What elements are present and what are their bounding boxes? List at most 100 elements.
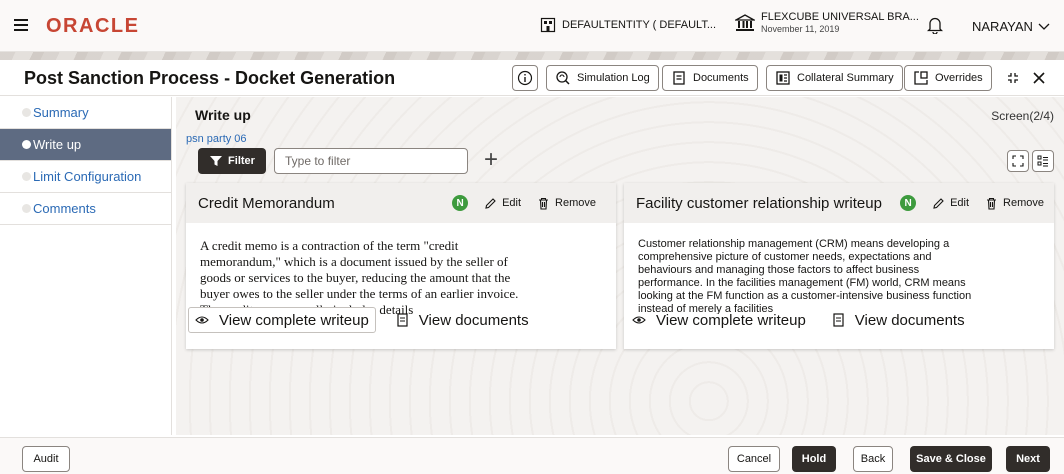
trash-icon bbox=[987, 197, 997, 210]
step-dot-icon bbox=[22, 204, 31, 213]
documents-button[interactable]: Documents bbox=[662, 65, 758, 91]
section-title: Write up bbox=[195, 107, 251, 123]
screen-counter: Screen(2/4) bbox=[991, 109, 1054, 123]
simulation-log-icon bbox=[556, 71, 570, 85]
documents-label: Documents bbox=[693, 72, 749, 84]
back-button[interactable]: Back bbox=[853, 446, 893, 472]
add-icon[interactable]: + bbox=[484, 147, 498, 173]
remove-label: Remove bbox=[555, 197, 596, 209]
sidebar-item-summary[interactable]: Summary bbox=[0, 97, 171, 129]
simulation-log-label: Simulation Log bbox=[577, 72, 650, 84]
card-header: Credit Memorandum N Edit Remove bbox=[186, 183, 616, 223]
sidebar-item-label: Limit Configuration bbox=[33, 169, 142, 184]
card-header: Facility customer relationship writeup N… bbox=[624, 183, 1054, 223]
collateral-summary-icon bbox=[776, 71, 790, 85]
view-documents-link[interactable]: View documents bbox=[826, 307, 971, 333]
collateral-summary-button[interactable]: Collateral Summary bbox=[766, 65, 903, 91]
branch-date: November 11, 2019 bbox=[761, 24, 840, 34]
eye-icon bbox=[195, 316, 209, 324]
user-menu[interactable]: NARAYAN bbox=[972, 19, 1050, 34]
building-icon bbox=[540, 17, 556, 33]
remove-button[interactable]: Remove bbox=[537, 197, 596, 210]
notification-bell-icon[interactable] bbox=[926, 16, 944, 39]
close-icon[interactable] bbox=[1032, 71, 1046, 90]
sidebar: Summary Write up Limit Configuration Com… bbox=[0, 97, 172, 435]
view-writeup-label: View complete writeup bbox=[656, 311, 806, 329]
oracle-logo: ORACLE bbox=[46, 15, 140, 37]
view-documents-link[interactable]: View documents bbox=[390, 307, 535, 333]
view-toggle bbox=[1007, 150, 1054, 172]
remove-button[interactable]: Remove bbox=[985, 197, 1044, 210]
overrides-icon bbox=[914, 71, 928, 85]
documents-icon bbox=[833, 313, 844, 327]
pencil-icon bbox=[485, 197, 496, 209]
view-writeup-label: View complete writeup bbox=[219, 311, 369, 329]
edit-button[interactable]: Edit bbox=[484, 197, 521, 210]
decorative-band bbox=[0, 52, 1064, 60]
trash-icon bbox=[539, 197, 549, 210]
edit-label: Edit bbox=[950, 197, 970, 209]
remove-label: Remove bbox=[1003, 197, 1044, 209]
filter-input[interactable] bbox=[274, 148, 468, 174]
cancel-button[interactable]: Cancel bbox=[728, 446, 780, 472]
edit-button[interactable]: Edit bbox=[932, 197, 969, 210]
hold-button[interactable]: Hold bbox=[792, 446, 836, 472]
collateral-summary-label: Collateral Summary bbox=[797, 72, 894, 84]
filter-button[interactable]: Filter bbox=[198, 148, 266, 174]
collapse-icon[interactable] bbox=[1006, 71, 1020, 90]
card-title: Credit Memorandum bbox=[198, 194, 335, 212]
status-badge: N bbox=[900, 195, 917, 211]
user-name: NARAYAN bbox=[972, 19, 1033, 34]
party-name: psn party 06 bbox=[186, 133, 247, 145]
info-icon bbox=[517, 70, 533, 86]
step-dot-icon bbox=[22, 140, 31, 149]
edit-label: Edit bbox=[502, 197, 522, 209]
footer-bar: Audit Cancel Hold Back Save & Close Next bbox=[0, 437, 1064, 474]
list-view-button[interactable] bbox=[1032, 150, 1054, 172]
entity-label: DEFAULTENTITY ( DEFAULT... bbox=[562, 19, 717, 31]
entity-selector[interactable]: DEFAULTENTITY ( DEFAULT... bbox=[540, 17, 716, 33]
simulation-log-button[interactable]: Simulation Log bbox=[546, 65, 659, 91]
info-button[interactable] bbox=[512, 65, 538, 91]
page-title: Post Sanction Process - Docket Generatio… bbox=[24, 68, 396, 88]
card-body-text: A credit memo is a contraction of the te… bbox=[200, 238, 519, 314]
page-header: Post Sanction Process - Docket Generatio… bbox=[0, 60, 1064, 96]
branch-name: FLEXCUBE UNIVERSAL BRA... bbox=[761, 11, 919, 23]
step-dot-icon bbox=[22, 108, 31, 117]
sidebar-item-write-up[interactable]: Write up bbox=[0, 129, 171, 161]
overrides-button[interactable]: Overrides bbox=[904, 65, 992, 91]
sidebar-item-label: Write up bbox=[33, 137, 82, 152]
writeup-card: Facility customer relationship writeup N… bbox=[624, 183, 1054, 349]
card-view-button[interactable] bbox=[1007, 150, 1029, 172]
filter-label: Filter bbox=[228, 155, 255, 167]
top-bar: ORACLE DEFAULTENTITY ( DEFAULT... FLEXCU… bbox=[0, 0, 1064, 52]
view-documents-label: View documents bbox=[854, 311, 965, 329]
view-complete-writeup-link[interactable]: View complete writeup bbox=[188, 307, 376, 333]
sidebar-item-label: Summary bbox=[33, 105, 89, 120]
hamburger-menu-icon[interactable] bbox=[14, 17, 30, 33]
chevron-down-icon bbox=[1038, 23, 1050, 30]
sidebar-item-limit-configuration[interactable]: Limit Configuration bbox=[0, 161, 171, 193]
documents-icon bbox=[397, 313, 408, 327]
branch-selector[interactable]: FLEXCUBE UNIVERSAL BRA... November 11, 2… bbox=[735, 11, 919, 35]
card-title: Facility customer relationship writeup bbox=[636, 194, 882, 212]
save-close-button[interactable]: Save & Close bbox=[910, 446, 992, 472]
audit-button[interactable]: Audit bbox=[22, 446, 70, 472]
view-complete-writeup-link[interactable]: View complete writeup bbox=[626, 307, 812, 333]
overrides-label: Overrides bbox=[935, 72, 983, 84]
pencil-icon bbox=[933, 197, 944, 209]
documents-icon bbox=[673, 71, 685, 85]
eye-icon bbox=[632, 316, 646, 324]
next-button[interactable]: Next bbox=[1006, 446, 1050, 472]
list-view-icon bbox=[1037, 155, 1048, 167]
sidebar-item-comments[interactable]: Comments bbox=[0, 193, 171, 225]
writeup-card: Credit Memorandum N Edit Remove A credit… bbox=[186, 183, 616, 349]
filter-icon bbox=[210, 156, 223, 166]
bank-icon bbox=[735, 14, 755, 31]
view-documents-label: View documents bbox=[418, 311, 529, 329]
sidebar-item-label: Comments bbox=[33, 201, 96, 216]
status-badge: N bbox=[452, 195, 469, 211]
card-view-icon bbox=[1012, 155, 1024, 167]
step-dot-icon bbox=[22, 172, 31, 181]
main-content: Write up Screen(2/4) psn party 06 Filter… bbox=[176, 97, 1064, 435]
